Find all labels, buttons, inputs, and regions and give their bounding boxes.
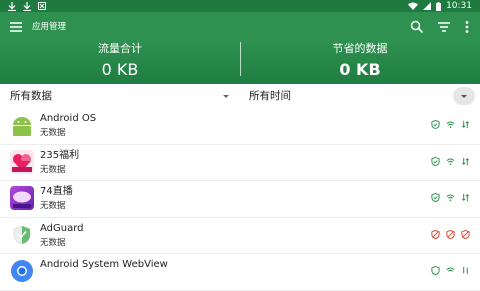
app-usage: 无数据 — [40, 128, 66, 138]
app-usage: 无数据 — [40, 164, 66, 175]
shield-icon[interactable] — [431, 193, 440, 202]
time-filter-select[interactable]: 所有时间 — [249, 88, 291, 104]
wifi-icon[interactable] — [446, 193, 455, 202]
total-traffic-label: 流量合计 — [98, 42, 142, 55]
wifi-icon[interactable] — [446, 157, 455, 166]
search-icon[interactable] — [409, 19, 425, 35]
time-filter-dropdown-button[interactable] — [453, 87, 475, 105]
filter-bar: 所有数据 所有时间 — [0, 84, 480, 108]
webview-icon — [10, 259, 34, 283]
clock: 10:31 — [446, 1, 472, 11]
android-icon — [10, 113, 34, 137]
shield-off-icon[interactable] — [431, 229, 440, 239]
list-item[interactable]: 74直播 无数据 — [0, 181, 480, 218]
list-item[interactable]: Android OS 无数据 — [0, 108, 480, 145]
wifi-icon[interactable] — [446, 120, 455, 129]
battery-icon — [436, 1, 442, 11]
more-options-icon[interactable] — [459, 19, 475, 35]
traffic-summary: 流量合计 0 KB 节省的数据 0 KB — [0, 42, 480, 84]
adguard-icon — [10, 222, 34, 247]
signal-icon — [423, 2, 432, 10]
app-list: Android OS 无数据 235福利 无数据 74直播 无数据 AdGuar… — [0, 108, 480, 291]
download-icon — [23, 1, 31, 11]
toolbar: 应用管理 — [0, 12, 480, 42]
list-item[interactable]: Android System WebView — [0, 254, 480, 291]
hamburger-menu-icon[interactable] — [8, 19, 24, 35]
74-live-icon — [10, 186, 34, 210]
status-bar: 10:31 — [0, 0, 480, 12]
app-name: Android OS — [40, 113, 97, 124]
total-traffic: 流量合计 0 KB — [0, 42, 240, 80]
saved-data-value: 0 KB — [339, 60, 381, 79]
235-app-icon — [10, 149, 34, 174]
app-name: 235福利 — [40, 149, 80, 161]
wifi-off-icon[interactable] — [446, 229, 455, 239]
saved-data-label: 节省的数据 — [332, 42, 388, 55]
shield-icon[interactable] — [431, 266, 440, 275]
wifi-icon — [408, 2, 419, 10]
mobile-data-icon[interactable] — [461, 193, 470, 202]
mobile-data-icon[interactable] — [461, 266, 470, 275]
list-item[interactable]: AdGuard 无数据 — [0, 218, 480, 254]
chevron-down-icon — [461, 95, 467, 98]
mobile-data-icon[interactable] — [461, 120, 470, 129]
chevron-down-icon[interactable] — [223, 95, 229, 98]
notification-icon — [38, 2, 46, 10]
shield-icon[interactable] — [431, 156, 440, 166]
data-filter-select[interactable]: 所有数据 — [10, 88, 52, 104]
app-name: Android System WebView — [40, 259, 168, 270]
wifi-icon[interactable] — [446, 266, 455, 275]
total-traffic-value: 0 KB — [101, 60, 139, 79]
app-usage: 无数据 — [40, 201, 66, 211]
page-title: 应用管理 — [32, 22, 67, 32]
mobile-data-icon[interactable] — [461, 157, 470, 166]
app-usage: 无数据 — [40, 237, 66, 248]
download-icon — [8, 1, 16, 11]
saved-data: 节省的数据 0 KB — [240, 42, 480, 80]
app-name: 74直播 — [40, 186, 73, 197]
app-name: AdGuard — [40, 222, 84, 234]
shield-icon[interactable] — [431, 120, 440, 129]
list-item[interactable]: 235福利 无数据 — [0, 145, 480, 181]
sort-icon[interactable] — [436, 19, 452, 35]
mobile-data-off-icon[interactable] — [461, 229, 470, 239]
